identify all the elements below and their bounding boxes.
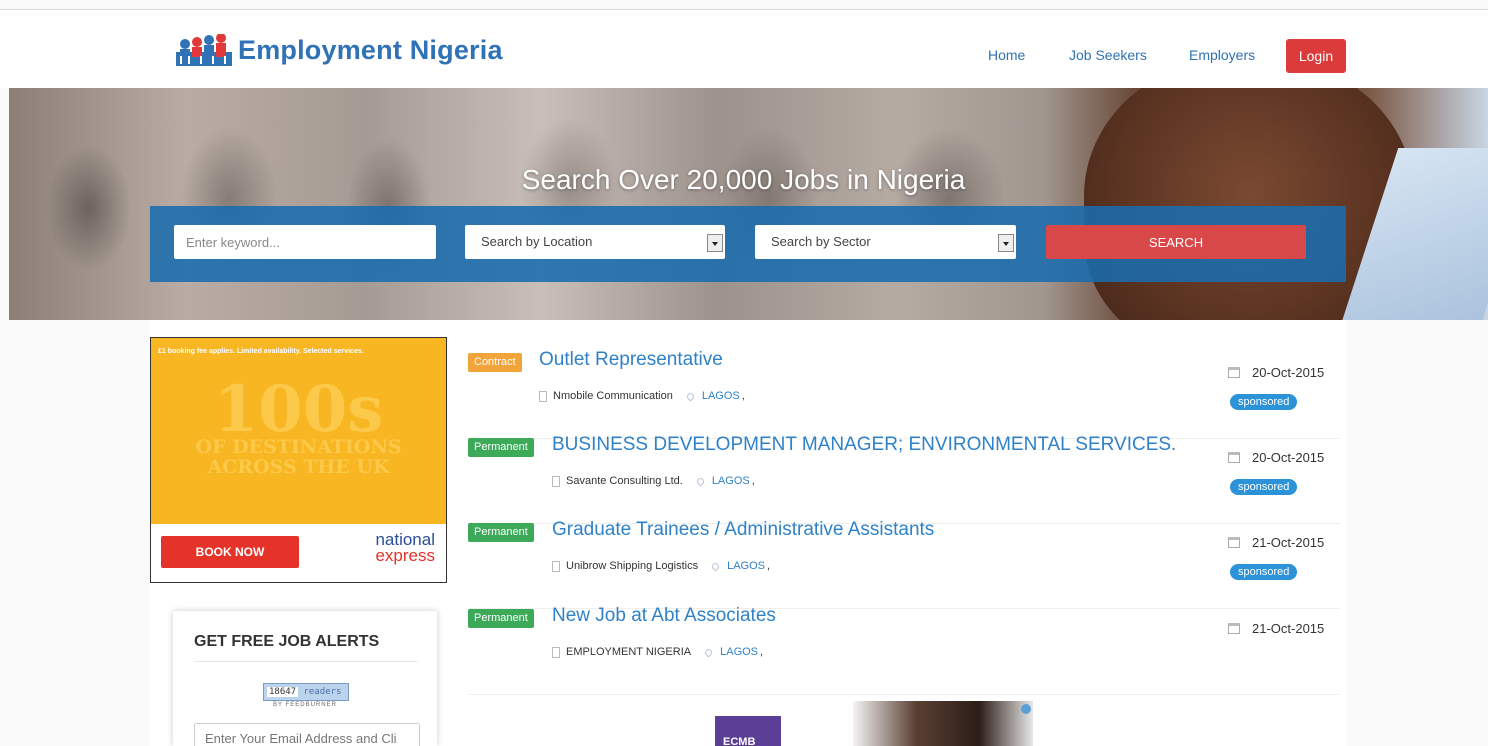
job-location-link[interactable]: LAGOS <box>720 646 758 658</box>
advert-fine-print: £1 booking fee applies. Limited availabi… <box>158 348 364 355</box>
feedburner-label: BY FEEDBURNER <box>273 702 337 708</box>
job-meta: EMPLOYMENT NIGERIA LAGOS, <box>552 646 763 658</box>
advert-brand-logo: national express <box>357 531 435 565</box>
job-date-text: 20-Oct-2015 <box>1252 450 1325 465</box>
job-listing: Permanent New Job at Abt Associates EMPL… <box>468 605 1340 695</box>
job-date-text: 21-Oct-2015 <box>1252 535 1325 550</box>
job-type-badge: Permanent <box>468 438 534 457</box>
job-alerts-title: GET FREE JOB ALERTS <box>194 633 380 650</box>
job-company: Savante Consulting Ltd. <box>566 475 683 487</box>
calendar-icon <box>1228 623 1240 634</box>
sector-select-value: Search by Sector <box>771 234 871 249</box>
bottom-advert-logo: ECMB <box>715 716 781 746</box>
advert-subline: OF DESTINATIONS ACROSS THE UK <box>195 436 402 478</box>
main-content: £1 booking fee applies. Limited availabi… <box>150 320 1346 746</box>
location-select-value: Search by Location <box>481 234 593 249</box>
hero-banner: Search Over 20,000 Jobs in Nigeria Searc… <box>9 88 1488 320</box>
job-date-text: 21-Oct-2015 <box>1252 621 1325 636</box>
job-location-link[interactable]: LAGOS <box>712 475 750 487</box>
job-search-bar: Search by Location Search by Sector SEAR… <box>150 206 1346 282</box>
search-button[interactable]: SEARCH <box>1046 225 1306 259</box>
job-title-link[interactable]: New Job at Abt Associates <box>552 605 776 627</box>
location-select[interactable]: Search by Location <box>465 225 725 259</box>
job-date: 21-Oct-2015 <box>1228 535 1324 550</box>
job-company: EMPLOYMENT NIGERIA <box>566 646 692 658</box>
hero-title: Search Over 20,000 Jobs in Nigeria <box>521 164 966 195</box>
job-date: 20-Oct-2015 <box>1228 450 1324 465</box>
advert-brand-line2: express <box>375 546 435 565</box>
sponsored-badge: sponsored <box>1230 479 1298 495</box>
divider <box>194 661 418 662</box>
job-date: 20-Oct-2015 <box>1228 365 1324 380</box>
calendar-icon <box>1228 367 1240 378</box>
map-pin-icon <box>685 391 696 401</box>
nav-employers-link[interactable]: Employers <box>1189 47 1255 63</box>
sponsored-badge: sponsored <box>1230 564 1298 580</box>
job-title-link[interactable]: BUSINESS DEVELOPMENT MANAGER; ENVIRONMEN… <box>552 434 1176 456</box>
job-listing: Contract Outlet Representative Nmobile C… <box>468 349 1340 439</box>
job-location-link[interactable]: LAGOS <box>727 560 765 572</box>
reader-count: 18647 <box>267 687 299 697</box>
building-icon <box>552 560 560 572</box>
feedburner-counter[interactable]: 18647 readers <box>263 683 349 701</box>
map-pin-icon <box>703 647 714 657</box>
job-location-link[interactable]: LAGOS <box>702 390 740 402</box>
email-field[interactable] <box>194 723 420 746</box>
building-icon <box>539 390 547 402</box>
advert-book-now-button[interactable]: BOOK NOW <box>161 536 299 568</box>
chevron-down-icon <box>707 234 723 252</box>
readers-label: readers <box>303 687 342 697</box>
job-type-badge: Permanent <box>468 609 534 628</box>
advert-banner: £1 booking fee applies. Limited availabi… <box>151 338 446 524</box>
job-meta: Unibrow Shipping Logistics LAGOS, <box>552 560 770 572</box>
chevron-down-icon <box>998 234 1014 252</box>
job-title-link[interactable]: Graduate Trainees / Administrative Assis… <box>552 519 934 541</box>
sponsored-badge: sponsored <box>1230 394 1298 410</box>
job-alerts-widget: GET FREE JOB ALERTS 18647 readers BY FEE… <box>173 611 437 746</box>
building-icon <box>552 646 560 658</box>
advert-headline: 100s <box>213 372 384 447</box>
main-nav: Home Job Seekers Employers Login <box>0 39 1488 73</box>
job-listing: Permanent BUSINESS DEVELOPMENT MANAGER; … <box>468 434 1340 524</box>
job-title-link[interactable]: Outlet Representative <box>539 349 723 371</box>
job-company: Unibrow Shipping Logistics <box>566 560 699 572</box>
job-meta: Nmobile Communication LAGOS, <box>539 390 745 402</box>
calendar-icon <box>1228 452 1240 463</box>
sector-select[interactable]: Search by Sector <box>755 225 1016 259</box>
job-date: 21-Oct-2015 <box>1228 621 1324 636</box>
ad-info-icon[interactable] <box>1021 704 1031 714</box>
map-pin-icon <box>710 561 721 571</box>
building-icon <box>552 475 560 487</box>
bottom-advert-photo <box>853 701 1033 746</box>
job-type-badge: Permanent <box>468 523 534 542</box>
keyword-input[interactable] <box>174 225 436 259</box>
login-button[interactable]: Login <box>1286 39 1346 73</box>
job-meta: Savante Consulting Ltd. LAGOS, <box>552 475 755 487</box>
job-company: Nmobile Communication <box>553 390 673 402</box>
calendar-icon <box>1228 537 1240 548</box>
sidebar-advert[interactable]: £1 booking fee applies. Limited availabi… <box>150 337 447 583</box>
job-listing: Permanent Graduate Trainees / Administra… <box>468 519 1340 609</box>
nav-home-link[interactable]: Home <box>988 47 1025 63</box>
job-date-text: 20-Oct-2015 <box>1252 365 1325 380</box>
nav-job-seekers-link[interactable]: Job Seekers <box>1069 47 1147 63</box>
map-pin-icon <box>695 476 706 486</box>
bottom-advert[interactable]: ECMB <box>703 701 1033 746</box>
job-type-badge: Contract <box>468 353 522 372</box>
site-header: Employment Nigeria Home Job Seekers Empl… <box>0 10 1488 88</box>
